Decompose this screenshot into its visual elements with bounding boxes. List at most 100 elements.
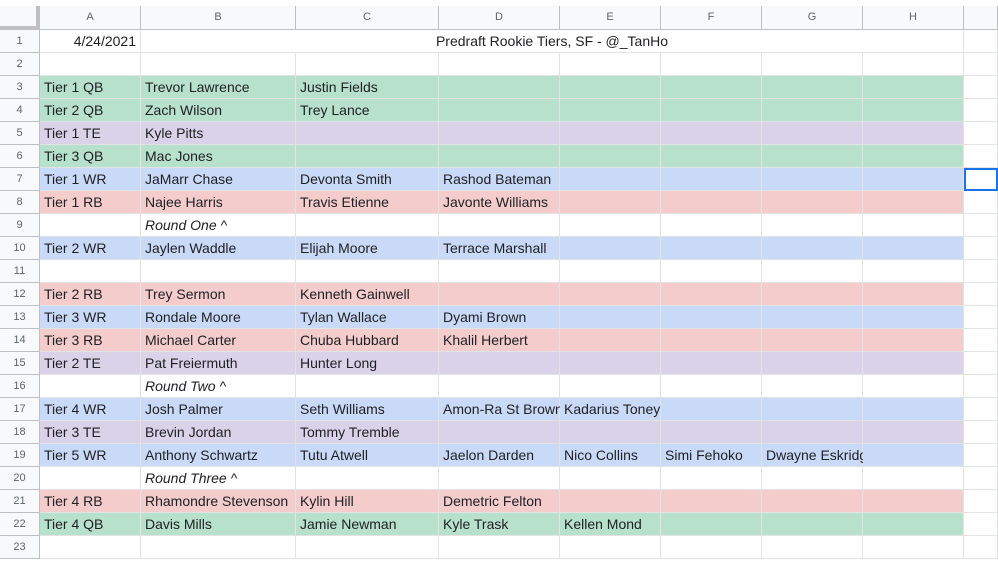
player-cell[interactable] bbox=[661, 99, 762, 122]
player-cell[interactable] bbox=[661, 329, 762, 352]
player-cell[interactable] bbox=[762, 536, 863, 559]
player-cell[interactable]: Brevin Jordan bbox=[141, 421, 296, 444]
row-header[interactable]: 8 bbox=[0, 191, 40, 214]
player-cell[interactable]: Kellen Mond bbox=[560, 513, 661, 536]
row-header[interactable]: 4 bbox=[0, 99, 40, 122]
round-marker-cell[interactable]: Round One ^ bbox=[141, 214, 296, 237]
player-cell[interactable] bbox=[661, 283, 762, 306]
row-header[interactable]: 14 bbox=[0, 329, 40, 352]
row-header[interactable]: 5 bbox=[0, 122, 40, 145]
player-cell[interactable]: Devonta Smith bbox=[296, 168, 439, 191]
player-cell[interactable] bbox=[560, 122, 661, 145]
player-cell[interactable] bbox=[762, 53, 863, 76]
empty-cell[interactable] bbox=[964, 214, 998, 237]
player-cell[interactable] bbox=[762, 168, 863, 191]
player-cell[interactable] bbox=[296, 375, 439, 398]
empty-cell[interactable] bbox=[964, 490, 998, 513]
player-cell[interactable]: Travis Etienne bbox=[296, 191, 439, 214]
round-marker-cell[interactable]: Round Two ^ bbox=[141, 375, 296, 398]
player-cell[interactable] bbox=[762, 122, 863, 145]
player-cell[interactable] bbox=[863, 145, 964, 168]
player-cell[interactable] bbox=[439, 467, 560, 490]
player-cell[interactable]: Davis Mills bbox=[141, 513, 296, 536]
sheet-title-cell[interactable]: Predraft Rookie Tiers, SF - @_TanHo bbox=[141, 30, 964, 53]
player-cell[interactable]: Hunter Long bbox=[296, 352, 439, 375]
player-cell[interactable] bbox=[439, 260, 560, 283]
player-cell[interactable] bbox=[141, 53, 296, 76]
player-cell[interactable] bbox=[40, 53, 141, 76]
player-cell[interactable]: Demetric Felton bbox=[439, 490, 560, 513]
player-cell[interactable] bbox=[560, 536, 661, 559]
player-cell[interactable] bbox=[40, 260, 141, 283]
empty-cell[interactable] bbox=[964, 375, 998, 398]
player-cell[interactable] bbox=[661, 53, 762, 76]
spreadsheet-grid[interactable]: A B C D E F G H 1 4/24/2021 Predraft Rookie Tiers,… bbox=[0, 0, 998, 561]
player-cell[interactable]: Mac Jones bbox=[141, 145, 296, 168]
player-cell[interactable] bbox=[439, 122, 560, 145]
empty-cell[interactable] bbox=[964, 237, 998, 260]
row-header[interactable]: 3 bbox=[0, 76, 40, 99]
empty-cell[interactable] bbox=[964, 76, 998, 99]
empty-cell[interactable] bbox=[964, 30, 998, 53]
player-cell[interactable] bbox=[439, 283, 560, 306]
player-cell[interactable]: Nico Collins bbox=[560, 444, 661, 467]
player-cell[interactable] bbox=[296, 145, 439, 168]
row-header[interactable]: 13 bbox=[0, 306, 40, 329]
player-cell[interactable] bbox=[560, 329, 661, 352]
player-cell[interactable] bbox=[560, 467, 661, 490]
player-cell[interactable]: Jamie Newman bbox=[296, 513, 439, 536]
player-cell[interactable] bbox=[560, 306, 661, 329]
player-cell[interactable] bbox=[863, 122, 964, 145]
row-header[interactable]: 10 bbox=[0, 237, 40, 260]
player-cell[interactable] bbox=[762, 421, 863, 444]
player-cell[interactable] bbox=[863, 329, 964, 352]
player-cell[interactable] bbox=[661, 306, 762, 329]
player-cell[interactable] bbox=[762, 375, 863, 398]
player-cell[interactable]: Terrace Marshall bbox=[439, 237, 560, 260]
player-cell[interactable] bbox=[560, 99, 661, 122]
empty-cell[interactable] bbox=[964, 122, 998, 145]
player-cell[interactable]: Khalil Herbert bbox=[439, 329, 560, 352]
empty-cell[interactable] bbox=[964, 398, 998, 421]
player-cell[interactable] bbox=[439, 536, 560, 559]
player-cell[interactable]: Kadarius Toney bbox=[560, 398, 661, 421]
row-header[interactable]: 6 bbox=[0, 145, 40, 168]
player-cell[interactable]: Kyle Trask bbox=[439, 513, 560, 536]
tier-label-cell[interactable]: Tier 2 RB bbox=[40, 283, 141, 306]
player-cell[interactable] bbox=[439, 352, 560, 375]
player-cell[interactable] bbox=[863, 444, 964, 467]
empty-cell[interactable] bbox=[964, 513, 998, 536]
player-cell[interactable] bbox=[762, 214, 863, 237]
player-cell[interactable]: Pat Freiermuth bbox=[141, 352, 296, 375]
empty-cell[interactable] bbox=[964, 260, 998, 283]
player-cell[interactable] bbox=[661, 145, 762, 168]
tier-label-cell[interactable]: Tier 3 WR bbox=[40, 306, 141, 329]
player-cell[interactable] bbox=[863, 191, 964, 214]
player-cell[interactable] bbox=[863, 352, 964, 375]
player-cell[interactable] bbox=[141, 536, 296, 559]
row-header[interactable]: 22 bbox=[0, 513, 40, 536]
column-header-g[interactable]: G bbox=[762, 6, 863, 30]
player-cell[interactable] bbox=[661, 260, 762, 283]
player-cell[interactable] bbox=[661, 375, 762, 398]
tier-label-cell[interactable]: Tier 2 TE bbox=[40, 352, 141, 375]
player-cell[interactable] bbox=[40, 375, 141, 398]
player-cell[interactable] bbox=[439, 375, 560, 398]
player-cell[interactable]: Tommy Tremble bbox=[296, 421, 439, 444]
selected-cell-outline[interactable] bbox=[964, 168, 998, 191]
player-cell[interactable] bbox=[661, 76, 762, 99]
empty-cell[interactable] bbox=[964, 306, 998, 329]
player-cell[interactable] bbox=[762, 237, 863, 260]
round-marker-cell[interactable]: Round Three ^ bbox=[141, 467, 296, 490]
player-cell[interactable]: Zach Wilson bbox=[141, 99, 296, 122]
tier-label-cell[interactable]: Tier 4 RB bbox=[40, 490, 141, 513]
player-cell[interactable] bbox=[762, 260, 863, 283]
tier-label-cell[interactable]: Tier 2 QB bbox=[40, 99, 141, 122]
player-cell[interactable] bbox=[560, 168, 661, 191]
player-cell[interactable]: Tylan Wallace bbox=[296, 306, 439, 329]
player-cell[interactable] bbox=[863, 306, 964, 329]
player-cell[interactable]: Chuba Hubbard bbox=[296, 329, 439, 352]
column-header-a[interactable]: A bbox=[40, 6, 141, 30]
player-cell[interactable] bbox=[762, 513, 863, 536]
column-header-h[interactable]: H bbox=[863, 6, 964, 30]
